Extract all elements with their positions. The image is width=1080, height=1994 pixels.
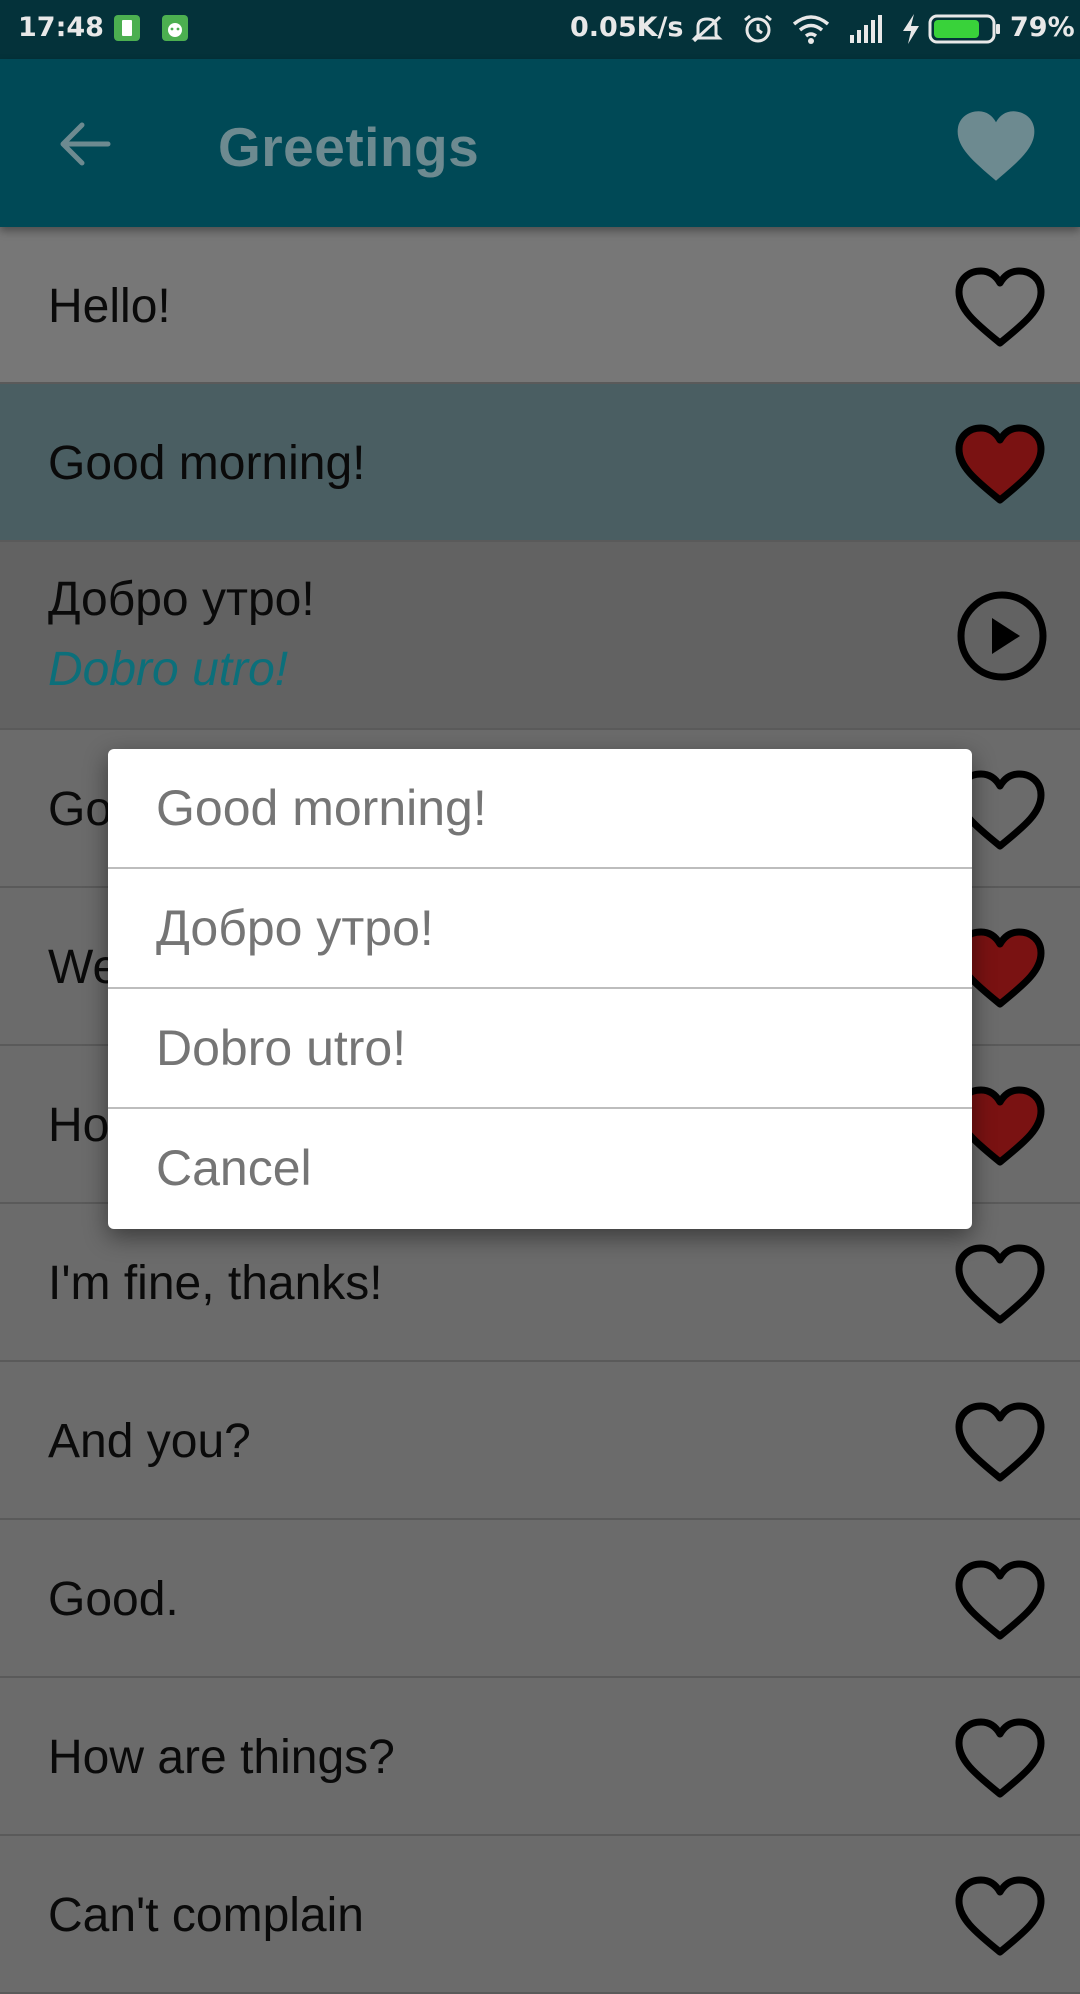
heart-outline-icon[interactable] (954, 1242, 1046, 1326)
battery-saver-icon (112, 13, 142, 43)
battery-percent: 79% (1010, 12, 1075, 43)
phrase-text: Can't complain (48, 1889, 364, 1942)
heart-outline-icon[interactable] (954, 1558, 1046, 1642)
battery-icon (928, 13, 1002, 45)
dialog-option-original[interactable]: Good morning! (108, 749, 972, 869)
heart-filled-icon[interactable] (954, 422, 1046, 506)
network-speed: 0.05K/s (570, 12, 684, 43)
android-icon (160, 13, 190, 43)
signal-icon (848, 13, 884, 45)
phrase-text: I'm fine, thanks! (48, 1257, 383, 1310)
transliteration-text: Dobro utro! (48, 643, 289, 696)
play-icon[interactable] (956, 590, 1048, 682)
phrase-text: And you? (48, 1415, 251, 1468)
back-button[interactable] (58, 117, 112, 171)
translation-text: Добро утро! (48, 573, 315, 626)
list-item[interactable]: How are things? (0, 1678, 1080, 1836)
heart-outline-icon[interactable] (954, 1716, 1046, 1800)
alarm-icon (742, 13, 774, 45)
dialog-option-translation[interactable]: Добро утро! (108, 869, 972, 989)
list-item[interactable]: Can't complain (0, 1836, 1080, 1994)
phrase-text: How are things? (48, 1731, 395, 1784)
status-time: 17:48 (18, 12, 104, 43)
phrase-text: Good morning! (48, 437, 366, 490)
page-title: Greetings (218, 116, 480, 178)
copy-options-dialog: Good morning! Добро утро! Dobro utro! Ca… (108, 749, 972, 1229)
mute-icon (690, 13, 724, 45)
heart-outline-icon[interactable] (954, 1400, 1046, 1484)
phrase-text: Good. (48, 1573, 179, 1626)
charging-icon (900, 13, 922, 45)
phrase-text: Ho (48, 1099, 110, 1152)
favorites-button[interactable] (954, 107, 1038, 185)
arrow-left-icon (60, 122, 111, 166)
heart-outline-icon[interactable] (954, 1874, 1046, 1958)
list-item[interactable]: Good. (0, 1520, 1080, 1678)
app-bar: Greetings (0, 59, 1080, 227)
list-item-expanded[interactable]: Добро утро! Dobro utro! (0, 542, 1080, 730)
list-item[interactable]: Good morning! (0, 384, 1080, 542)
phrase-text: Hello! (48, 280, 171, 333)
heart-outline-icon[interactable] (954, 265, 1046, 349)
list-item[interactable]: And you? (0, 1362, 1080, 1520)
status-bar: 17:48 0.05K/s 79% (0, 0, 1080, 59)
phrase-text: Go (48, 783, 113, 836)
dialog-cancel-button[interactable]: Cancel (108, 1109, 972, 1229)
list-item[interactable]: Hello! (0, 227, 1080, 384)
heart-filled-icon (957, 111, 1035, 181)
dialog-option-transliteration[interactable]: Dobro utro! (108, 989, 972, 1109)
wifi-icon (792, 13, 830, 45)
